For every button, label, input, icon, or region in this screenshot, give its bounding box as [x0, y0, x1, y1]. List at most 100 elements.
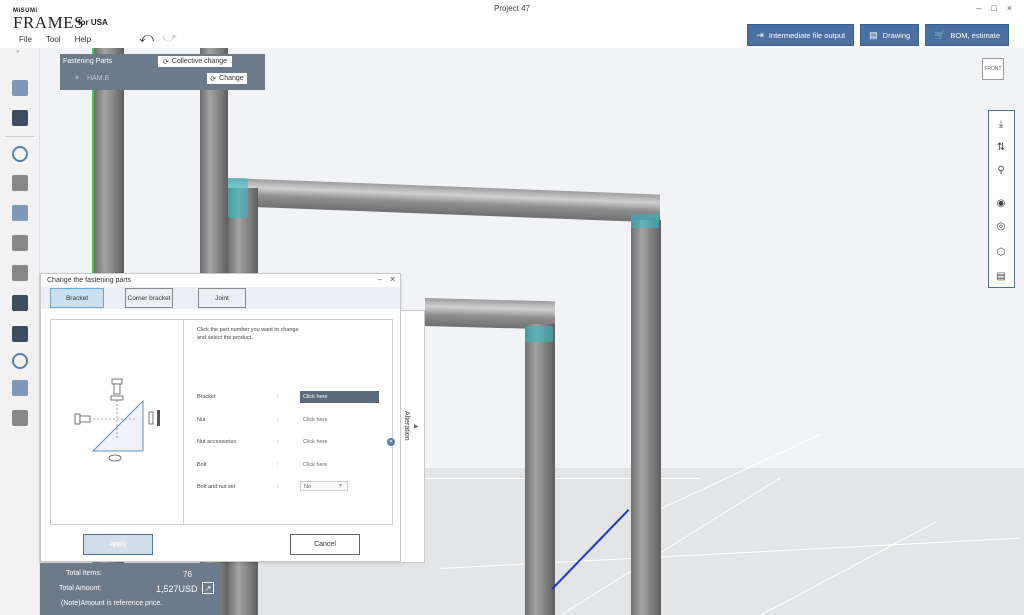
- bom-estimate-label: BOM, estimate: [950, 30, 1000, 40]
- part-row-bolt-nut-set: Bolt and nut set : No ▼: [197, 481, 387, 493]
- panel-icon[interactable]: [10, 203, 30, 223]
- toolbar: ⇥ Intermediate file output ▤ Drawing 🛒 B…: [747, 24, 1009, 46]
- menu-tool[interactable]: Tool: [46, 35, 61, 44]
- title-bar: MiSUMi FRAMES for USA Project 47 – □ × F…: [0, 0, 1024, 48]
- menu-bar: File Tool Help: [19, 35, 91, 44]
- redo-arrow-icon[interactable]: ⤻: [162, 30, 177, 44]
- settings-list-icon[interactable]: ▤: [994, 269, 1008, 283]
- cover-icon[interactable]: [10, 293, 30, 313]
- zoom-icon[interactable]: ⚲: [994, 163, 1008, 177]
- part-row-colon: :: [277, 439, 279, 445]
- fastening-part-item[interactable]: HAM.B: [87, 75, 109, 82]
- bolt-nut-set-dropdown[interactable]: No ▼: [300, 481, 348, 491]
- part-row-label: Bracket: [197, 394, 216, 400]
- window-controls: – □ ×: [976, 3, 1012, 13]
- part-selector-bolt[interactable]: Click here: [300, 459, 379, 471]
- menu-file[interactable]: File: [19, 35, 32, 44]
- collective-change-button[interactable]: ⟳ Collective change: [158, 56, 232, 67]
- parts-library-icon[interactable]: [10, 108, 30, 128]
- change-button[interactable]: ⟳ Change: [207, 73, 247, 84]
- maximize-window-button[interactable]: □: [991, 3, 996, 13]
- alteration-side-panel[interactable]: Alteration ▶: [401, 310, 425, 563]
- frame-post[interactable]: [631, 220, 661, 615]
- dialog-tabs: Bracket Corner bracket Joint: [41, 287, 400, 309]
- part-row-colon: :: [277, 394, 279, 400]
- drawing-icon: ▤: [869, 29, 878, 40]
- project-title: Project 47: [493, 4, 531, 13]
- remove-item-icon[interactable]: ×: [75, 75, 79, 82]
- chevron-right-icon: ▶: [414, 424, 419, 430]
- view-cube[interactable]: FRONT: [982, 58, 1004, 80]
- intermediate-file-output-button[interactable]: ⇥ Intermediate file output: [747, 24, 855, 46]
- total-items-label: Total Items:: [66, 570, 102, 577]
- split-view-icon[interactable]: [10, 378, 30, 398]
- part-row-colon: :: [277, 484, 279, 490]
- frame-post[interactable]: [525, 324, 555, 615]
- total-amount-value: 1,527USD: [156, 584, 198, 594]
- change-fastening-dialog: Change the fastening parts – ✕ Bracket C…: [40, 273, 401, 562]
- cube-view-icon[interactable]: ⬡: [994, 245, 1008, 259]
- cancel-button[interactable]: Cancel: [290, 534, 360, 555]
- dropdown-value: No: [304, 484, 312, 490]
- refresh-icon: ⟳: [162, 58, 169, 66]
- minimize-window-button[interactable]: –: [976, 3, 981, 13]
- leveling-foot-icon[interactable]: [10, 408, 30, 428]
- part-row-label: Bolt: [197, 462, 207, 468]
- caster-icon[interactable]: [10, 324, 30, 344]
- sidebar-collapse-button[interactable]: »: [16, 49, 19, 55]
- tab-joint[interactable]: Joint: [198, 288, 246, 308]
- close-icon[interactable]: ✕: [389, 275, 396, 284]
- instruction-line: and select the product.: [197, 335, 253, 341]
- fit-height-icon[interactable]: ⤓: [994, 117, 1008, 131]
- bom-estimate-button[interactable]: 🛒 BOM, estimate: [925, 24, 1009, 46]
- sidebar-divider: [5, 136, 35, 137]
- part-row-label: Nut accessories: [197, 439, 237, 445]
- tab-bracket[interactable]: Bracket: [50, 288, 104, 308]
- drawing-button[interactable]: ▤ Drawing: [860, 24, 920, 46]
- fastening-parts-panel: Fastening Parts ⟳ Collective change × HA…: [60, 54, 265, 90]
- new-document-icon[interactable]: [10, 78, 30, 98]
- highlighted-joint[interactable]: [525, 326, 553, 342]
- collective-change-label: Collective change: [171, 58, 228, 65]
- clear-selection-icon[interactable]: ✕: [387, 438, 395, 446]
- view-toolbar: ⤓ ⇅ ⚲ ◉ ◎ ⬡ ▤: [988, 110, 1015, 288]
- change-label: Change: [219, 75, 244, 82]
- part-selector-bracket[interactable]: Click here: [300, 391, 379, 403]
- highlighted-joint[interactable]: [228, 178, 248, 218]
- apply-button[interactable]: Apply: [83, 534, 153, 555]
- instruction-line: Click the part number you want to change: [197, 327, 299, 333]
- undo-arrow-icon[interactable]: ⤺: [139, 30, 154, 44]
- history-icon[interactable]: [10, 144, 30, 164]
- dialog-title: Change the fastening parts: [47, 277, 132, 284]
- dialog-instructions: Click the part number you want to change…: [197, 326, 299, 342]
- part-row-nut: Nut : Click here: [197, 414, 387, 426]
- rotate-icon[interactable]: ⇅: [994, 140, 1008, 154]
- cart-icon: 🛒: [934, 29, 946, 40]
- door-icon[interactable]: [10, 233, 30, 253]
- external-link-icon[interactable]: ↗: [202, 582, 214, 594]
- tab-corner-bracket[interactable]: Corner bracket: [125, 288, 173, 308]
- bracket-diagram-icon: [74, 378, 160, 462]
- part-row-label: Nut: [197, 417, 206, 423]
- menu-help[interactable]: Help: [75, 35, 91, 44]
- view-center-icon[interactable]: ◎: [994, 219, 1008, 233]
- minimize-dialog-icon[interactable]: –: [378, 275, 382, 284]
- extrusions-icon[interactable]: [10, 173, 30, 193]
- intermediate-file-output-label: Intermediate file output: [768, 30, 846, 40]
- bracket-icon[interactable]: [10, 263, 30, 283]
- chevron-down-icon: ▼: [338, 483, 343, 489]
- highlighted-joint[interactable]: [631, 214, 659, 228]
- part-selector-nut[interactable]: Click here: [300, 414, 379, 426]
- dialog-body: Click the part number you want to change…: [50, 319, 395, 525]
- part-selector-nut-accessories[interactable]: Click here: [300, 436, 379, 448]
- part-row-nut-accessories: Nut accessories : Click here ✕: [197, 436, 395, 448]
- drawing-label: Drawing: [882, 30, 911, 40]
- frame-beam[interactable]: [228, 178, 660, 223]
- part-row-bolt: Bolt : Click here: [197, 459, 387, 471]
- focus-icon[interactable]: ◉: [994, 196, 1008, 210]
- alteration-label: Alteration: [403, 411, 410, 441]
- refresh-icon: ⟳: [210, 75, 217, 83]
- part-row-label: Bolt and nut set: [197, 484, 236, 490]
- search-icon[interactable]: [10, 351, 30, 371]
- close-window-button[interactable]: ×: [1007, 3, 1012, 13]
